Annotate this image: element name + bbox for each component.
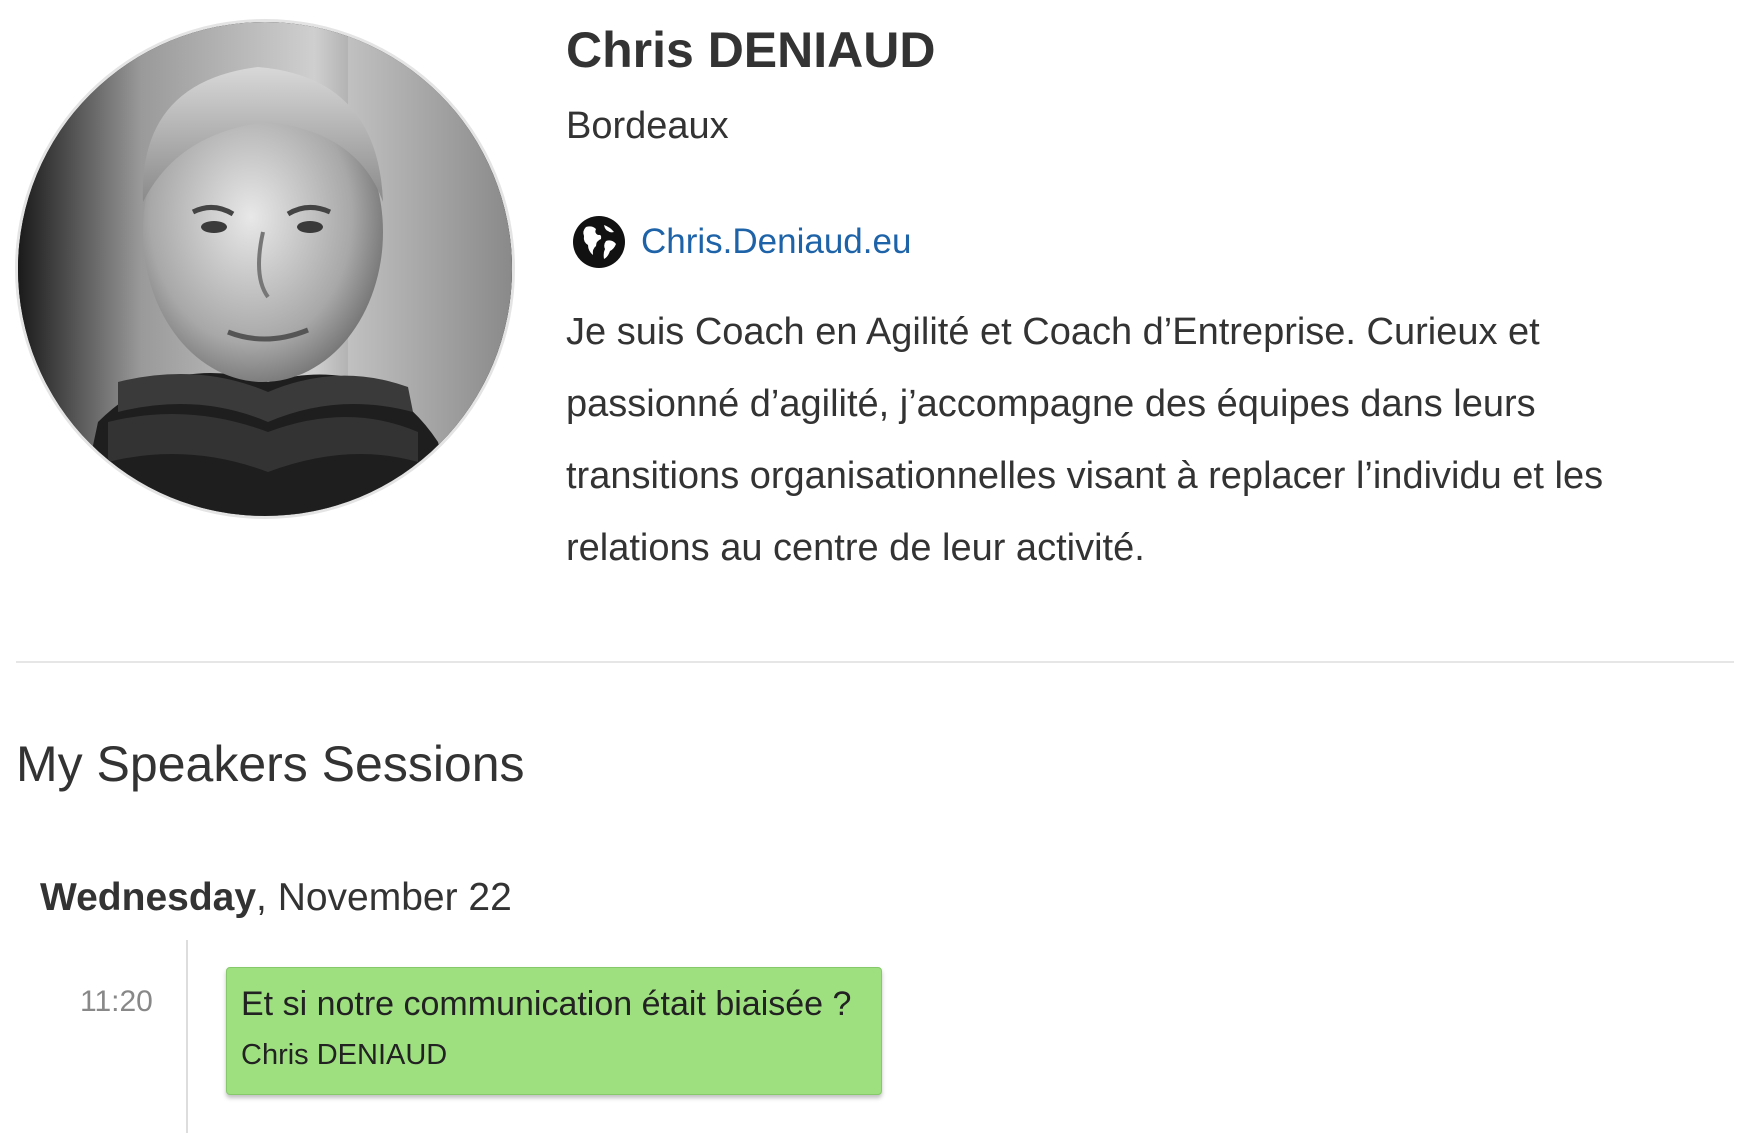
speaker-bio: Je suis Coach en Agilité et Coach d’Entr…: [566, 311, 1604, 569]
section-divider: [16, 661, 1734, 663]
session-speaker: Chris DENIAUD: [241, 1039, 448, 1071]
speaker-website[interactable]: Chris.Deniaud.eu: [572, 215, 911, 269]
day-weekday: Wednesday: [40, 876, 257, 919]
day-heading: Wednesday, November 22: [40, 873, 512, 923]
speaker-avatar: [18, 22, 512, 516]
session-time: 11:20: [80, 985, 153, 1018]
speaker-name: Chris DENIAUD: [566, 22, 936, 78]
timeline-line: [186, 940, 188, 1133]
website-link[interactable]: Chris.Deniaud.eu: [641, 218, 911, 266]
globe-icon: [572, 215, 626, 269]
sessions-heading: My Speakers Sessions: [16, 736, 525, 792]
session-card[interactable]: Et si notre communication était biaisée …: [226, 967, 882, 1095]
session-title: Et si notre communication était biaisée …: [241, 985, 852, 1023]
speaker-city: Bordeaux: [566, 105, 729, 147]
day-date: , November 22: [256, 876, 512, 919]
